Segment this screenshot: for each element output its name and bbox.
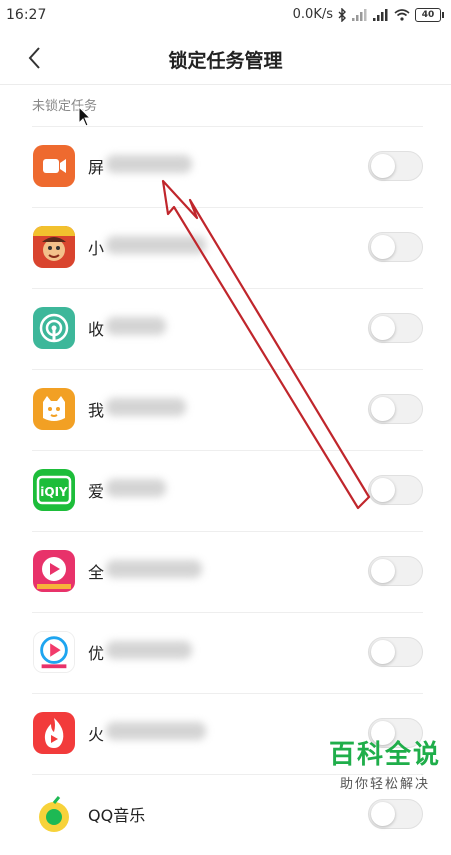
video-camera-icon — [33, 145, 75, 187]
status-bar: 16:27 0.0K/s 40 — [0, 0, 451, 32]
lock-toggle[interactable] — [368, 394, 423, 424]
blurred-text — [106, 641, 192, 659]
app-name: 屏 — [88, 158, 105, 177]
status-icons: 0.0K/s 40 — [292, 7, 444, 22]
list-item: 我 — [32, 369, 423, 450]
blurred-text — [106, 722, 206, 740]
app-name: 全 — [88, 563, 105, 582]
signal-icon-2 — [373, 8, 389, 21]
iqiyi-logo-text: iQIY — [40, 485, 68, 499]
watermark-subtitle: 助你轻松解决 — [339, 777, 430, 792]
lock-toggle[interactable] — [368, 637, 423, 667]
blurred-text — [106, 317, 166, 335]
radio-broadcast-icon — [33, 307, 75, 349]
watermark-title: 百科全说 — [328, 740, 441, 770]
lock-toggle[interactable] — [368, 232, 423, 262]
play-heart-icon — [33, 550, 75, 592]
iqiyi-icon: iQIY — [33, 469, 75, 511]
toggle-knob — [371, 640, 395, 664]
lock-toggle[interactable] — [368, 151, 423, 181]
blurred-text — [106, 398, 186, 416]
list-item: 屏 — [32, 126, 423, 207]
lock-toggle[interactable] — [368, 313, 423, 343]
qq-music-icon — [33, 793, 75, 835]
app-name: 爱 — [88, 482, 105, 501]
toggle-knob — [371, 802, 395, 826]
list-item: 收 — [32, 288, 423, 369]
blurred-text — [106, 479, 166, 497]
toggle-knob — [371, 478, 395, 502]
signal-icon — [352, 8, 368, 21]
toggle-knob — [371, 235, 395, 259]
youku-play-icon — [33, 631, 75, 673]
toggle-knob — [371, 397, 395, 421]
list-item: 小 — [32, 207, 423, 288]
toggle-knob — [371, 559, 395, 583]
list-item: 优 — [32, 612, 423, 693]
battery-icon: 40 — [415, 7, 444, 22]
flame-play-icon — [33, 712, 75, 754]
network-speed: 0.0K/s — [292, 7, 333, 22]
lock-toggle[interactable] — [368, 556, 423, 586]
app-name: 火 — [88, 725, 105, 744]
bluetooth-icon — [338, 7, 347, 22]
wifi-icon — [394, 8, 410, 21]
toggle-knob — [371, 316, 395, 340]
header: 锁定任务管理 — [0, 32, 451, 85]
lock-toggle[interactable] — [368, 475, 423, 505]
app-name: 收 — [88, 320, 105, 339]
app-name: 我 — [88, 401, 105, 420]
mouse-cursor-icon — [78, 105, 92, 132]
blurred-text — [106, 155, 192, 173]
cat-face-icon — [33, 388, 75, 430]
blurred-text — [106, 560, 202, 578]
app-name: QQ音乐 — [88, 806, 146, 825]
toggle-knob — [371, 154, 395, 178]
status-time: 16:27 — [6, 7, 47, 23]
app-name: 小 — [88, 239, 105, 258]
game-character-icon — [33, 226, 75, 268]
blurred-text — [106, 236, 206, 254]
page-title: 锁定任务管理 — [168, 50, 283, 72]
list-item: 全 — [32, 531, 423, 612]
list-item: iQIY 爱 — [32, 450, 423, 531]
app-name: 优 — [88, 644, 105, 663]
watermark: 百科全说 助你轻松解决 — [329, 734, 441, 792]
